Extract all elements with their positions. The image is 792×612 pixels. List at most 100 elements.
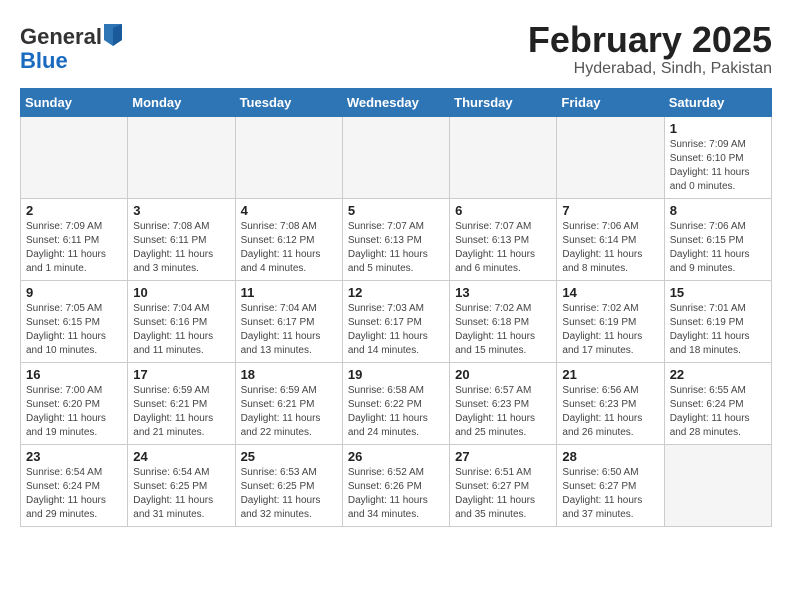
logo-general-text: General bbox=[20, 25, 102, 49]
day-info: Sunrise: 6:57 AM Sunset: 6:23 PM Dayligh… bbox=[455, 384, 551, 440]
weekday-header-thursday: Thursday bbox=[450, 88, 557, 116]
day-info: Sunrise: 7:02 AM Sunset: 6:18 PM Dayligh… bbox=[455, 302, 551, 358]
title-block: February 2025 Hyderabad, Sindh, Pakistan bbox=[528, 20, 772, 78]
day-number: 10 bbox=[133, 285, 229, 300]
calendar-cell: 14Sunrise: 7:02 AM Sunset: 6:19 PM Dayli… bbox=[557, 280, 664, 362]
calendar-week-row: 1 Sunrise: 7:09 AM Sunset: 6:10 PM Daylig… bbox=[21, 116, 772, 198]
calendar-cell: 27Sunrise: 6:51 AM Sunset: 6:27 PM Dayli… bbox=[450, 444, 557, 526]
day-number: 26 bbox=[348, 449, 444, 464]
day-number: 2 bbox=[26, 203, 122, 218]
day-info: Sunrise: 6:55 AM Sunset: 6:24 PM Dayligh… bbox=[670, 384, 766, 440]
calendar-cell: 12 Sunrise: 7:03 AM Sunset: 6:17 PM Dayli… bbox=[342, 280, 449, 362]
day-number: 17 bbox=[133, 367, 229, 382]
day-number: 1 bbox=[670, 121, 766, 136]
weekday-header-row: SundayMondayTuesdayWednesdayThursdayFrid… bbox=[21, 88, 772, 116]
weekday-header-monday: Monday bbox=[128, 88, 235, 116]
page-header: General Blue February 2025 Hyderabad, Si… bbox=[20, 20, 772, 78]
calendar-cell: 7 Sunrise: 7:06 AM Sunset: 6:14 PM Daylig… bbox=[557, 198, 664, 280]
day-number: 8 bbox=[670, 203, 766, 218]
calendar-week-row: 9 Sunrise: 7:05 AM Sunset: 6:15 PM Daylig… bbox=[21, 280, 772, 362]
weekday-header-wednesday: Wednesday bbox=[342, 88, 449, 116]
calendar-cell: 20 Sunrise: 6:57 AM Sunset: 6:23 PM Dayli… bbox=[450, 362, 557, 444]
calendar-week-row: 23 Sunrise: 6:54 AM Sunset: 6:24 PM Dayli… bbox=[21, 444, 772, 526]
calendar-title: February 2025 bbox=[528, 20, 772, 60]
day-info: Sunrise: 6:59 AM Sunset: 6:21 PM Dayligh… bbox=[241, 384, 337, 440]
day-info: Sunrise: 7:03 AM Sunset: 6:17 PM Dayligh… bbox=[348, 302, 444, 358]
day-number: 11 bbox=[241, 285, 337, 300]
day-info: Sunrise: 7:05 AM Sunset: 6:15 PM Dayligh… bbox=[26, 302, 122, 358]
day-number: 18 bbox=[241, 367, 337, 382]
weekday-header-sunday: Sunday bbox=[21, 88, 128, 116]
day-number: 12 bbox=[348, 285, 444, 300]
weekday-header-friday: Friday bbox=[557, 88, 664, 116]
day-number: 28 bbox=[562, 449, 658, 464]
day-number: 4 bbox=[241, 203, 337, 218]
calendar-week-row: 2 Sunrise: 7:09 AM Sunset: 6:11 PM Daylig… bbox=[21, 198, 772, 280]
day-number: 7 bbox=[562, 203, 658, 218]
calendar-cell: 22 Sunrise: 6:55 AM Sunset: 6:24 PM Dayli… bbox=[664, 362, 771, 444]
logo-blue-text: Blue bbox=[20, 48, 68, 73]
day-number: 3 bbox=[133, 203, 229, 218]
calendar-cell: 18 Sunrise: 6:59 AM Sunset: 6:21 PM Dayli… bbox=[235, 362, 342, 444]
calendar-cell: 26 Sunrise: 6:52 AM Sunset: 6:26 PM Dayli… bbox=[342, 444, 449, 526]
day-info: Sunrise: 6:50 AM Sunset: 6:27 PM Dayligh… bbox=[562, 466, 658, 522]
calendar-subtitle: Hyderabad, Sindh, Pakistan bbox=[528, 60, 772, 78]
day-info: Sunrise: 7:00 AM Sunset: 6:20 PM Dayligh… bbox=[26, 384, 122, 440]
calendar-table: SundayMondayTuesdayWednesdayThursdayFrid… bbox=[20, 88, 772, 527]
calendar-cell: 23 Sunrise: 6:54 AM Sunset: 6:24 PM Dayli… bbox=[21, 444, 128, 526]
calendar-cell bbox=[664, 444, 771, 526]
day-info: Sunrise: 7:07 AM Sunset: 6:13 PM Dayligh… bbox=[455, 220, 551, 276]
calendar-cell bbox=[21, 116, 128, 198]
weekday-header-tuesday: Tuesday bbox=[235, 88, 342, 116]
day-info: Sunrise: 6:58 AM Sunset: 6:22 PM Dayligh… bbox=[348, 384, 444, 440]
calendar-cell: 16Sunrise: 7:00 AM Sunset: 6:20 PM Dayli… bbox=[21, 362, 128, 444]
calendar-cell: 11 Sunrise: 7:04 AM Sunset: 6:17 PM Dayli… bbox=[235, 280, 342, 362]
day-info: Sunrise: 7:09 AM Sunset: 6:11 PM Dayligh… bbox=[26, 220, 122, 276]
day-info: Sunrise: 7:09 AM Sunset: 6:10 PM Dayligh… bbox=[670, 138, 766, 194]
calendar-cell: 13 Sunrise: 7:02 AM Sunset: 6:18 PM Dayli… bbox=[450, 280, 557, 362]
calendar-cell: 25Sunrise: 6:53 AM Sunset: 6:25 PM Dayli… bbox=[235, 444, 342, 526]
day-info: Sunrise: 7:06 AM Sunset: 6:14 PM Dayligh… bbox=[562, 220, 658, 276]
logo: General Blue bbox=[20, 25, 122, 73]
day-number: 22 bbox=[670, 367, 766, 382]
calendar-cell: 6Sunrise: 7:07 AM Sunset: 6:13 PM Daylig… bbox=[450, 198, 557, 280]
logo-icon bbox=[104, 24, 122, 46]
day-number: 24 bbox=[133, 449, 229, 464]
calendar-cell: 9 Sunrise: 7:05 AM Sunset: 6:15 PM Daylig… bbox=[21, 280, 128, 362]
calendar-cell: 1 Sunrise: 7:09 AM Sunset: 6:10 PM Daylig… bbox=[664, 116, 771, 198]
day-info: Sunrise: 7:04 AM Sunset: 6:16 PM Dayligh… bbox=[133, 302, 229, 358]
day-info: Sunrise: 6:59 AM Sunset: 6:21 PM Dayligh… bbox=[133, 384, 229, 440]
day-number: 9 bbox=[26, 285, 122, 300]
day-info: Sunrise: 7:04 AM Sunset: 6:17 PM Dayligh… bbox=[241, 302, 337, 358]
day-info: Sunrise: 7:07 AM Sunset: 6:13 PM Dayligh… bbox=[348, 220, 444, 276]
calendar-cell: 5 Sunrise: 7:07 AM Sunset: 6:13 PM Daylig… bbox=[342, 198, 449, 280]
calendar-cell: 21 Sunrise: 6:56 AM Sunset: 6:23 PM Dayli… bbox=[557, 362, 664, 444]
day-info: Sunrise: 6:56 AM Sunset: 6:23 PM Dayligh… bbox=[562, 384, 658, 440]
weekday-header-saturday: Saturday bbox=[664, 88, 771, 116]
day-number: 13 bbox=[455, 285, 551, 300]
calendar-cell: 28 Sunrise: 6:50 AM Sunset: 6:27 PM Dayli… bbox=[557, 444, 664, 526]
calendar-cell: 10 Sunrise: 7:04 AM Sunset: 6:16 PM Dayli… bbox=[128, 280, 235, 362]
day-info: Sunrise: 7:02 AM Sunset: 6:19 PM Dayligh… bbox=[562, 302, 658, 358]
calendar-cell: 8 Sunrise: 7:06 AM Sunset: 6:15 PM Daylig… bbox=[664, 198, 771, 280]
day-info: Sunrise: 7:06 AM Sunset: 6:15 PM Dayligh… bbox=[670, 220, 766, 276]
day-number: 23 bbox=[26, 449, 122, 464]
day-number: 5 bbox=[348, 203, 444, 218]
day-number: 21 bbox=[562, 367, 658, 382]
calendar-cell: 19 Sunrise: 6:58 AM Sunset: 6:22 PM Dayli… bbox=[342, 362, 449, 444]
day-info: Sunrise: 6:53 AM Sunset: 6:25 PM Dayligh… bbox=[241, 466, 337, 522]
day-number: 20 bbox=[455, 367, 551, 382]
day-number: 19 bbox=[348, 367, 444, 382]
day-info: Sunrise: 7:08 AM Sunset: 6:12 PM Dayligh… bbox=[241, 220, 337, 276]
calendar-cell bbox=[235, 116, 342, 198]
calendar-week-row: 16Sunrise: 7:00 AM Sunset: 6:20 PM Dayli… bbox=[21, 362, 772, 444]
day-info: Sunrise: 7:08 AM Sunset: 6:11 PM Dayligh… bbox=[133, 220, 229, 276]
day-number: 15 bbox=[670, 285, 766, 300]
calendar-cell: 2 Sunrise: 7:09 AM Sunset: 6:11 PM Daylig… bbox=[21, 198, 128, 280]
day-info: Sunrise: 6:52 AM Sunset: 6:26 PM Dayligh… bbox=[348, 466, 444, 522]
calendar-cell: 3 Sunrise: 7:08 AM Sunset: 6:11 PM Daylig… bbox=[128, 198, 235, 280]
day-info: Sunrise: 6:54 AM Sunset: 6:25 PM Dayligh… bbox=[133, 466, 229, 522]
day-info: Sunrise: 7:01 AM Sunset: 6:19 PM Dayligh… bbox=[670, 302, 766, 358]
day-number: 27 bbox=[455, 449, 551, 464]
day-info: Sunrise: 6:54 AM Sunset: 6:24 PM Dayligh… bbox=[26, 466, 122, 522]
